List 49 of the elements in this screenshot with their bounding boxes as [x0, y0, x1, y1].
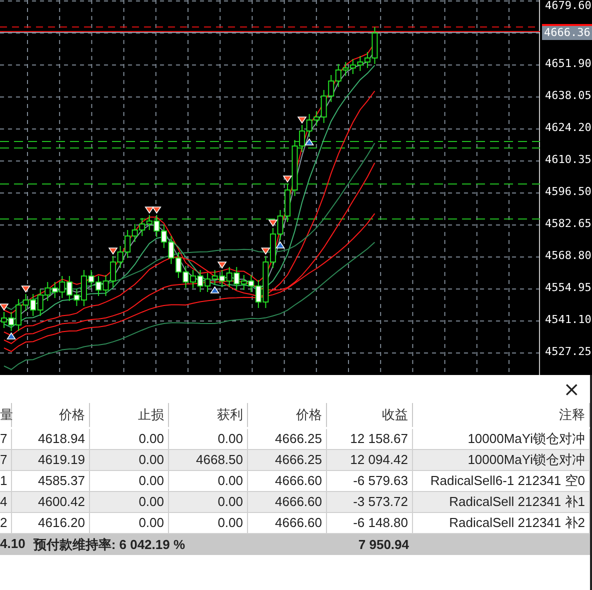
down-arrow-marker [217, 262, 227, 269]
total-profit: 7 950.94 [357, 537, 409, 552]
table-cell: 12 094.42 [327, 450, 413, 471]
price-label: 4554.95 [545, 282, 592, 294]
summary-text: 4.10 [0, 536, 26, 552]
table-cell: 4 [0, 492, 12, 513]
table-cell: 0.00 [169, 492, 248, 513]
table-cell: 4619.19 [12, 450, 90, 471]
table-cell: 0.00 [90, 450, 169, 471]
price-label: 4582.65 [545, 218, 592, 230]
column-header[interactable]: 量 [0, 403, 12, 427]
table-cell: 4666.25 [248, 450, 327, 471]
price-label: 4541.10 [545, 314, 592, 326]
close-button[interactable]: × [559, 379, 584, 399]
table-cell: 4668.50 [169, 450, 248, 471]
down-arrow-marker [268, 220, 278, 227]
price-label: 4679.60 [545, 0, 592, 12]
price-label: 4596.50 [545, 186, 592, 198]
price-label: 4638.05 [545, 90, 592, 102]
up-arrow-marker [304, 138, 314, 146]
table-cell: 10000MaYi锁仓对冲 [413, 450, 590, 471]
down-arrow-marker [108, 248, 118, 255]
down-arrow-marker [282, 176, 292, 183]
table-cell: 4666.60 [248, 492, 327, 513]
down-arrow-marker [21, 286, 31, 293]
price-label: 4624.20 [545, 122, 592, 134]
table-cell: 4600.42 [12, 492, 90, 513]
current-price-label: 4666.36 [542, 24, 592, 40]
up-arrow-marker [275, 241, 285, 248]
column-header[interactable]: 价格 [248, 403, 327, 427]
down-arrow-marker [0, 304, 9, 311]
margin-level-text: 预付款维持率: 6 042.19 % [33, 536, 186, 554]
price-label: 4527.25 [545, 346, 592, 358]
table-cell: 0.00 [90, 492, 169, 513]
down-arrow-marker [260, 248, 270, 255]
column-header[interactable]: 收益 [327, 403, 413, 427]
up-arrow-marker [210, 286, 220, 294]
table-cell: RadicalSell 212341 补1 [413, 492, 590, 513]
up-arrow-marker [6, 332, 16, 340]
price-label: 4651.90 [545, 58, 592, 70]
column-header[interactable]: 止损 [90, 403, 169, 427]
price-label: 4610.35 [545, 154, 592, 166]
price-label: 4568.80 [545, 250, 592, 262]
column-header[interactable]: 价格 [12, 403, 90, 427]
column-header[interactable]: 获利 [169, 403, 248, 427]
table-cell: 7 [0, 450, 12, 471]
column-header[interactable]: 注释 [413, 403, 590, 427]
down-arrow-marker [297, 116, 307, 124]
table-cell: -3 573.72 [327, 492, 413, 513]
